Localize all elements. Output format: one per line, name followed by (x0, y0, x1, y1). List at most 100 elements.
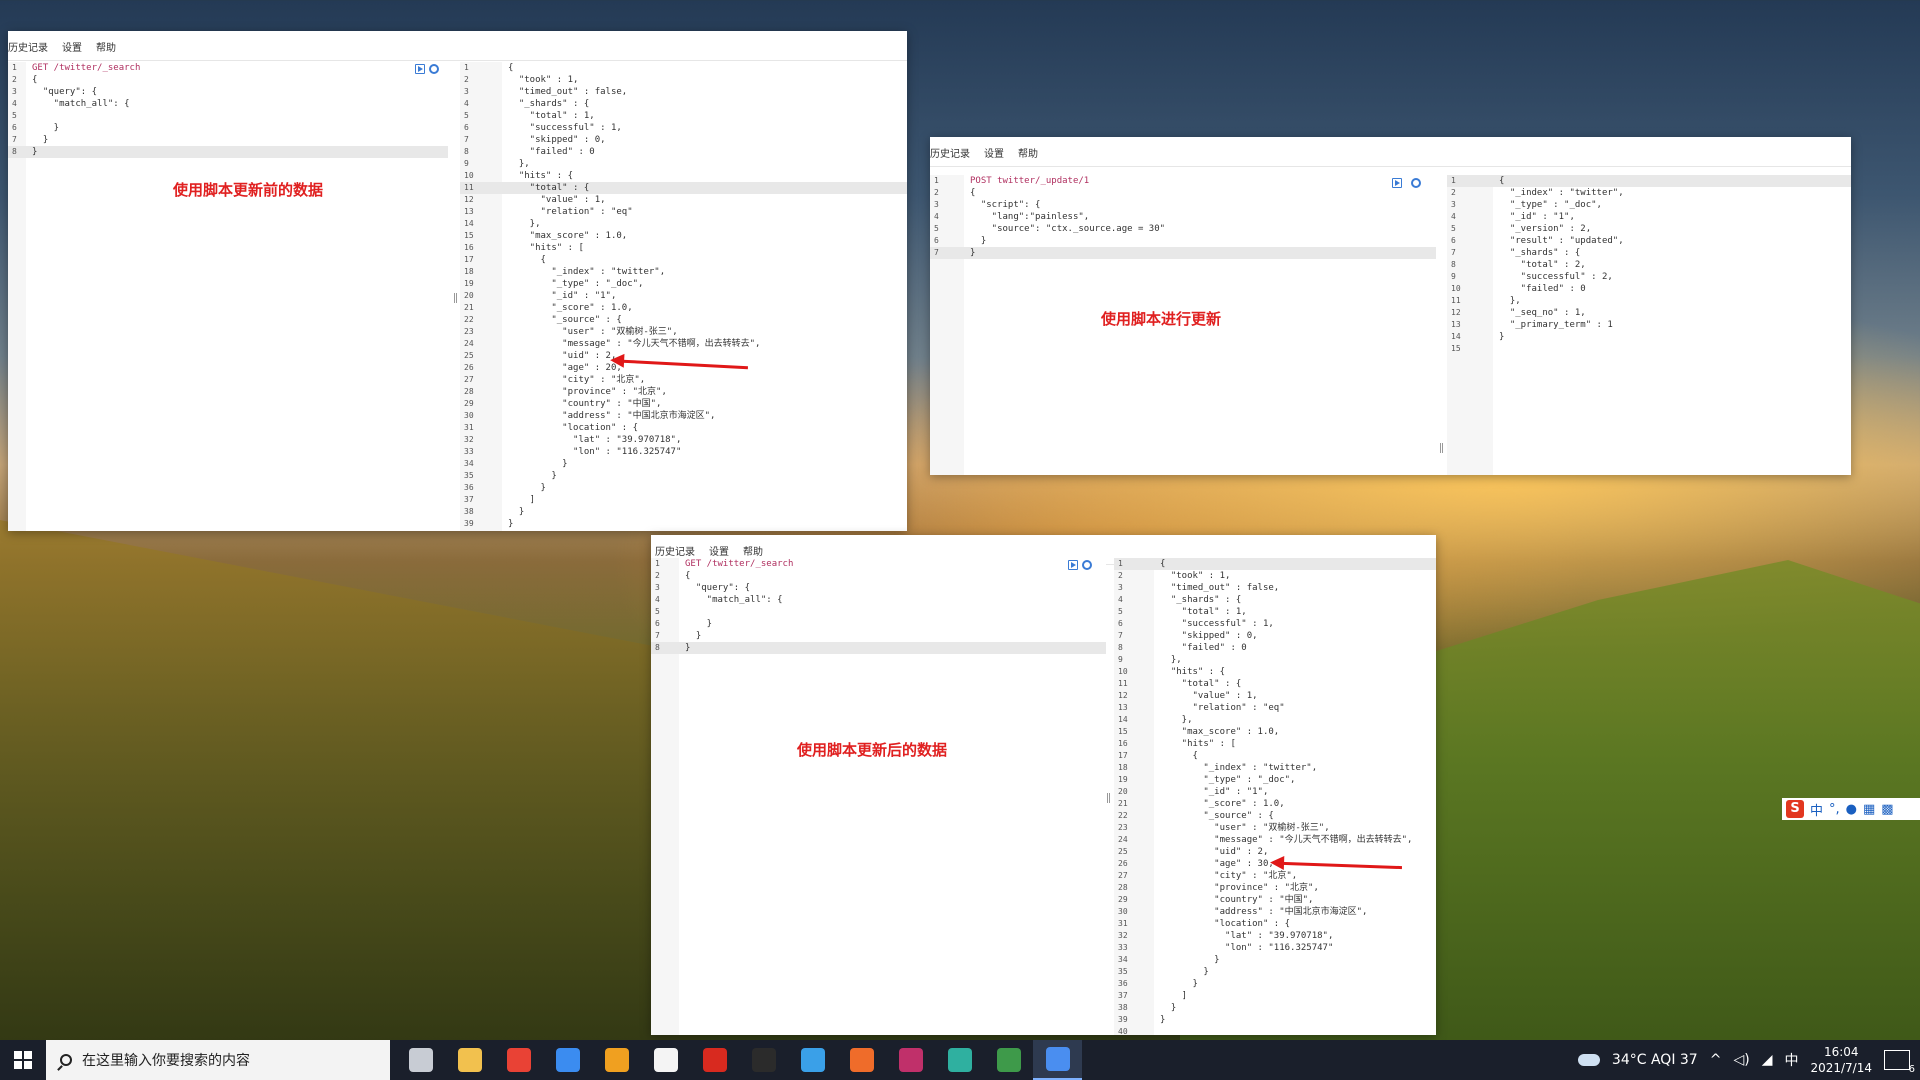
code-text: "uid" : 2, (1160, 847, 1269, 857)
menu-settings[interactable]: 设置 (984, 145, 1004, 160)
network-icon[interactable]: ◢ (1762, 1052, 1773, 1068)
toolbox-icon[interactable]: ▩ (1881, 802, 1893, 817)
line-number: 11 (1118, 679, 1128, 688)
netease-music-icon[interactable] (690, 1040, 739, 1080)
line-number: 5 (1118, 607, 1123, 616)
search-placeholder: 在这里输入你要搜索的内容 (82, 1053, 250, 1069)
code-line: 11 "total" : { (1114, 678, 1436, 690)
task-view-icon[interactable] (396, 1040, 445, 1080)
chrome-icon[interactable] (494, 1040, 543, 1080)
code-line: 12 "_seq_no" : 1, (1447, 307, 1851, 319)
split-handle[interactable] (1107, 793, 1110, 803)
feishu-icon[interactable] (543, 1040, 592, 1080)
app-active-icon[interactable] (1033, 1040, 1082, 1080)
code-text: "hits" : { (1160, 667, 1226, 677)
code-text: "_primary_term" : 1 (1499, 320, 1613, 330)
terminal-icon[interactable] (739, 1040, 788, 1080)
code-text: "total" : 1, (508, 111, 595, 121)
line-number: 19 (1118, 775, 1128, 784)
punctuation-icon[interactable]: °, (1829, 802, 1840, 817)
code-text: "user" : "双榆树-张三", (1160, 823, 1330, 833)
wrench-icon[interactable] (1411, 178, 1421, 188)
code-line: 18 "_index" : "twitter", (460, 266, 907, 278)
weather-text[interactable]: 34°C AQI 37 (1612, 1052, 1698, 1068)
code-text: "match_all": { (32, 99, 130, 109)
app-blue-circle-icon[interactable] (788, 1040, 837, 1080)
code-text: } (685, 643, 691, 653)
split-handle[interactable] (454, 293, 457, 303)
line-number: 5 (1451, 224, 1456, 233)
app-orange-icon[interactable] (592, 1040, 641, 1080)
line-number: 20 (1118, 787, 1128, 796)
edge-icon[interactable] (935, 1040, 984, 1080)
code-text: "_shards" : { (1160, 595, 1242, 605)
line-number: 35 (464, 471, 474, 480)
code-line: 3 "timed_out" : false, (460, 86, 907, 98)
line-number: 2 (655, 571, 660, 580)
line-number: 15 (1118, 727, 1128, 736)
code-line: 22 "_source" : { (460, 314, 907, 326)
menu-help[interactable]: 帮助 (743, 543, 763, 558)
sogou-logo-icon[interactable]: S (1786, 800, 1804, 818)
keyboard-icon[interactable]: ▦ (1863, 802, 1875, 817)
intellij-icon[interactable] (886, 1040, 935, 1080)
wrench-icon[interactable] (429, 64, 439, 74)
run-request-icon[interactable] (415, 64, 425, 74)
start-button[interactable] (0, 1040, 46, 1080)
notification-center-icon[interactable]: 6 (1884, 1050, 1915, 1075)
ime-indicator[interactable]: 中 (1784, 1050, 1798, 1070)
code-line: 18 "_index" : "twitter", (1114, 762, 1436, 774)
weather-cloud-icon[interactable] (1577, 1054, 1600, 1066)
code-line: 7} (930, 247, 1436, 259)
run-request-icon[interactable] (1068, 560, 1078, 570)
code-line: 4 "lang":"painless", (930, 211, 1436, 223)
line-number: 26 (464, 363, 474, 372)
code-text: } (1160, 979, 1198, 989)
line-number: 11 (1451, 296, 1461, 305)
code-line: 27 "city" : "北京", (460, 374, 907, 386)
code-line: 1{ (1114, 558, 1436, 570)
clock[interactable]: 16:04 2021/7/14 (1810, 1044, 1872, 1076)
ime-lang-toggle[interactable]: 中 (1810, 800, 1823, 819)
code-line: 6 } (930, 235, 1436, 247)
code-line: 23 "user" : "双榆树-张三", (1114, 822, 1436, 834)
code-line: 8 "failed" : 0 (1114, 642, 1436, 654)
menu-help[interactable]: 帮助 (96, 39, 116, 54)
menu-history[interactable]: 历史记录 (8, 39, 48, 54)
typora-icon[interactable] (641, 1040, 690, 1080)
microphone-icon[interactable]: ● (1846, 802, 1857, 817)
line-number: 16 (464, 243, 474, 252)
app-green-icon[interactable] (984, 1040, 1033, 1080)
menu-settings[interactable]: 设置 (709, 543, 729, 558)
code-text: { (508, 63, 514, 73)
line-number: 19 (464, 279, 474, 288)
menu-history[interactable]: 历史记录 (930, 145, 970, 160)
code-text: } (1499, 332, 1505, 342)
taskbar-search-box[interactable]: 在这里输入你要搜索的内容 (46, 1040, 390, 1080)
menu-help[interactable]: 帮助 (1018, 145, 1038, 160)
code-text: { (1160, 559, 1166, 569)
request-editor[interactable]: 1 GET /twitter/_search 2{3 "query": {4 "ma… (8, 62, 448, 531)
request-editor[interactable]: 1 GET /twitter/_search 2{3 "query": {4 "ma… (651, 558, 1106, 1035)
menu-history[interactable]: 历史记录 (655, 543, 695, 558)
split-handle[interactable] (1440, 443, 1443, 453)
code-line: 8 "failed" : 0 (460, 146, 907, 158)
wrench-icon[interactable] (1082, 560, 1092, 570)
code-line: 4 "_id" : "1", (1447, 211, 1851, 223)
ime-toolbar[interactable]: S 中 °, ● ▦ ▩ (1782, 798, 1920, 820)
file-explorer-icon[interactable] (445, 1040, 494, 1080)
code-line: 37 ] (460, 494, 907, 506)
run-request-icon[interactable] (1392, 178, 1402, 188)
code-line: 1 GET /twitter/_search (651, 558, 1106, 570)
line-number: 14 (1451, 332, 1461, 341)
code-line: 22 "_source" : { (1114, 810, 1436, 822)
code-line: 7 } (8, 134, 448, 146)
line-number: 25 (1118, 847, 1128, 856)
line-number: 23 (464, 327, 474, 336)
menu-settings[interactable]: 设置 (62, 39, 82, 54)
code-line: 23 "user" : "双榆树-张三", (460, 326, 907, 338)
postman-icon[interactable] (837, 1040, 886, 1080)
line-number: 12 (1118, 691, 1128, 700)
chevron-up-icon[interactable]: ^ (1710, 1052, 1722, 1068)
volume-icon[interactable]: ◁) (1733, 1052, 1749, 1068)
